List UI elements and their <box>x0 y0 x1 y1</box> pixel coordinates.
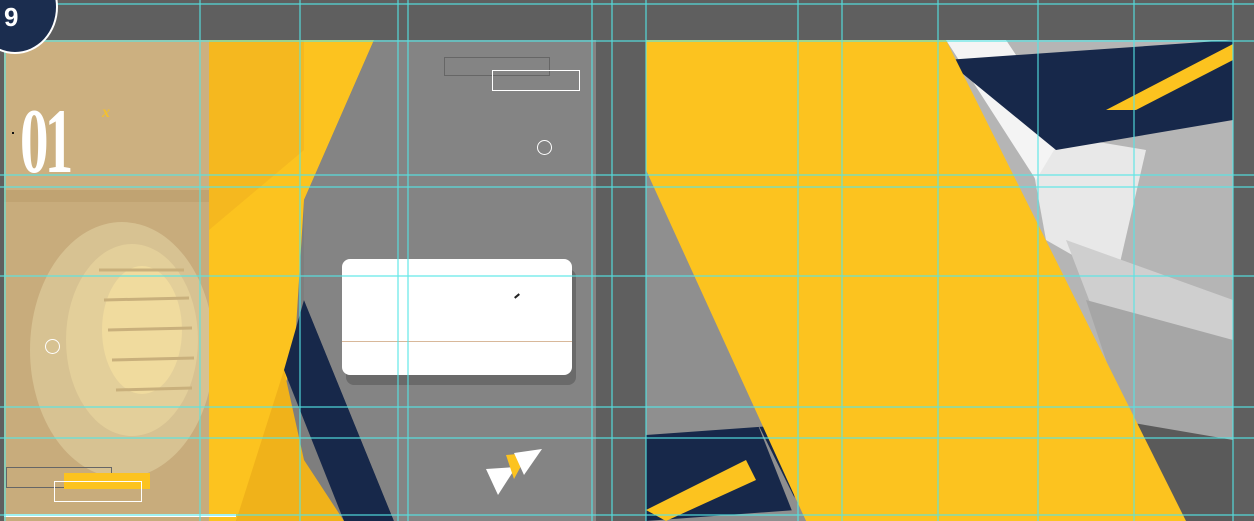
page-number: 01 <box>20 90 73 192</box>
spread-gutter <box>596 40 646 521</box>
frame-placeholder[interactable] <box>492 70 580 91</box>
frame-placeholder[interactable] <box>54 481 142 502</box>
text-frame[interactable] <box>342 259 572 375</box>
bottom-rule <box>4 514 236 517</box>
text-frame-divider <box>342 341 572 342</box>
design-canvas[interactable]: 01 x 9 <box>0 0 1254 521</box>
circle-marker-icon[interactable] <box>45 339 60 354</box>
text-cursor <box>514 293 520 299</box>
double-arrow-icon <box>486 449 542 495</box>
right-artwork <box>646 40 1233 521</box>
circle-marker-icon[interactable] <box>537 140 552 155</box>
page-number-mark: x <box>102 104 110 121</box>
page-tab-glyph: 9 <box>4 2 19 32</box>
anchor-point <box>12 132 14 134</box>
right-page-spread[interactable] <box>646 40 1233 521</box>
left-page-spread[interactable]: 01 x <box>4 40 596 521</box>
